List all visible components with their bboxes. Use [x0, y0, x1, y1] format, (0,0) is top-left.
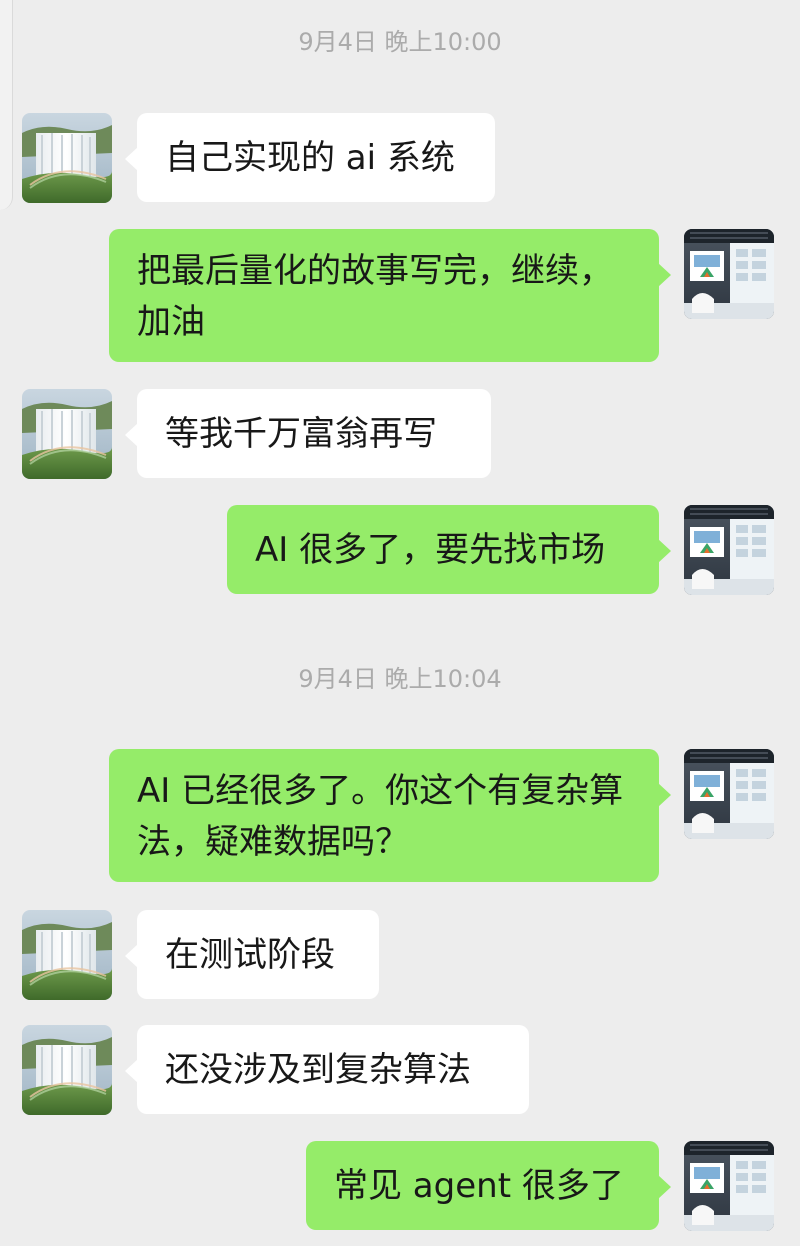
outgoing-message-bubble[interactable]: AI 已经很多了。你这个有复杂算法，疑难数据吗？ — [109, 749, 671, 882]
incoming-message-bubble[interactable]: 在测试阶段 — [125, 910, 379, 999]
outgoing-message-bubble[interactable]: AI 很多了，要先找市场 — [227, 505, 671, 594]
self-avatar[interactable] — [684, 229, 774, 319]
contact-avatar[interactable] — [22, 910, 112, 1000]
message-text: 等我千万富翁再写 — [165, 414, 437, 454]
self-avatar[interactable] — [684, 1141, 774, 1231]
message-text: 把最后量化的故事写完，继续，加油 — [137, 251, 613, 342]
incoming-message-bubble[interactable]: 还没涉及到复杂算法 — [125, 1025, 529, 1114]
message-text: 常见 agent 很多了 — [334, 1166, 624, 1206]
message-text: AI 很多了，要先找市场 — [255, 530, 606, 570]
message-text: AI 已经很多了。你这个有复杂算法，疑难数据吗？ — [137, 771, 624, 862]
chat-timestamp: 9月4日 晚上10:00 — [298, 28, 502, 56]
outgoing-message-bubble[interactable]: 把最后量化的故事写完，继续，加油 — [109, 229, 671, 362]
message-text: 自己实现的 ai 系统 — [165, 138, 455, 178]
contact-avatar[interactable] — [22, 1025, 112, 1115]
chat-timestamp: 9月4日 晚上10:04 — [298, 665, 502, 693]
contact-avatar[interactable] — [22, 389, 112, 479]
self-avatar[interactable] — [684, 749, 774, 839]
self-avatar[interactable] — [684, 505, 774, 595]
message-text: 在测试阶段 — [165, 935, 335, 975]
incoming-message-bubble[interactable]: 自己实现的 ai 系统 — [125, 113, 495, 202]
outgoing-message-bubble[interactable]: 常见 agent 很多了 — [306, 1141, 671, 1230]
contact-avatar[interactable] — [22, 113, 112, 203]
incoming-message-bubble[interactable]: 等我千万富翁再写 — [125, 389, 491, 478]
message-text: 还没涉及到复杂算法 — [165, 1050, 471, 1090]
